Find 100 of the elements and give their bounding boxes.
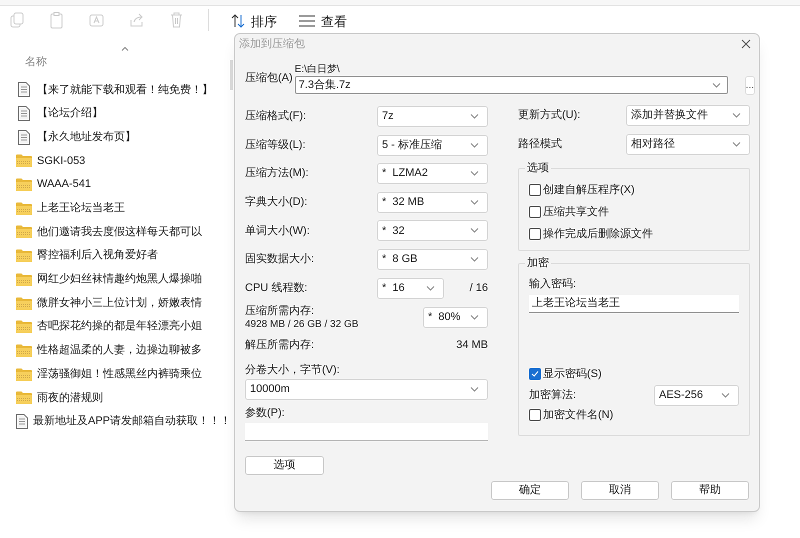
dialog-button[interactable]: 帮助 [671,481,749,500]
field-label: CPU 线程数: [245,280,308,296]
field-label: 解压所需内存: [245,338,314,354]
toolbar-button[interactable]: 查看 [299,12,347,28]
dropdown[interactable]: * 16 [377,278,444,299]
field-label: 参数(P): [245,406,286,421]
file-name[interactable]: 雨夜的潜规则 [37,390,103,406]
menu-icon [299,15,315,27]
window-title: 添加到压缩包 [239,36,305,52]
checkbox[interactable] [529,409,541,422]
checkbox[interactable] [529,206,541,218]
file-name[interactable]: 最新地址及APP请发邮箱自动获取！！！ [33,413,232,430]
field-label: 字典大小(D): [245,194,308,210]
field-label: 分卷大小，字节(V): [245,362,341,378]
thread-total: / 16 [470,280,488,296]
dropdown-caret-icon [470,114,479,119]
dropdown-caret-icon [470,256,479,262]
toolbar-button[interactable]: 排序 [231,12,277,28]
dropdown[interactable]: 相对路径 [626,134,750,155]
file-name[interactable]: SGKI-053 [37,152,86,170]
document-icon [18,82,30,98]
dropdown-caret-icon [470,386,479,392]
dropdown-caret-icon [732,113,741,118]
sort-arrows-icon [231,14,245,28]
file-name[interactable]: 淫荡骚御姐！性感黑丝内裤骑乘位 [37,366,202,382]
dropdown-caret-icon [732,142,741,147]
checkbox-label: 加密文件名(N) [543,408,614,423]
checkbox[interactable] [529,368,541,380]
field-label: 输入密码: [529,276,578,292]
dropdown-caret-icon [470,315,479,320]
file-name[interactable]: 【论坛介绍】 [37,105,103,122]
dropdown[interactable]: * 32 [377,220,488,242]
zip-folder-icon [16,296,32,310]
zip-folder-icon [16,320,32,334]
document-icon [18,130,30,145]
zip-folder-icon [16,202,32,215]
checkbox[interactable] [529,184,541,196]
close-icon[interactable] [741,39,751,49]
archive-name-field[interactable]: 7.3合集.7z [294,76,728,94]
dialog-button[interactable]: 确定 [491,481,569,500]
dropdown[interactable]: 添加并替换文件 [626,105,750,126]
dropdown-caret-icon [712,82,721,88]
dropdown[interactable]: * 80% [423,307,488,328]
folder-path: E:\白日梦\ [294,64,341,76]
field-label: 路径模式 [518,136,562,152]
dropdown-caret-icon [470,142,479,148]
dropdown-caret-icon [470,228,479,234]
checkbox-label: 显示密码(S) [543,366,602,382]
dropdown[interactable]: AES-256 [654,384,739,406]
volume-size-dropdown[interactable]: 10000m [245,378,488,400]
field-label: 单词大小(W): [245,224,310,239]
file-name[interactable]: WAAA-541 [37,176,92,193]
file-name[interactable]: 微胖女神小三上位计划，娇嫩表情 [37,294,202,312]
checkbox-label: 压缩共享文件 [543,204,609,220]
field-label: 加密算法: [529,388,576,403]
password-field[interactable]: 上老王论坛当老王 [529,295,739,314]
checkbox-label: 操作完成后删除源文件 [543,226,653,242]
dropdown[interactable]: 5 - 标准压缩 [377,134,488,156]
checkbox-label: 创建自解压程序(X) [543,182,635,198]
zip-folder-icon [16,225,32,238]
memory-value: 34 MB [456,338,488,354]
memory-usage: 4928 MB / 26 GB / 32 GB [245,318,358,331]
file-name[interactable]: 杏吧探花约操的都是年轻漂亮小姐 [37,318,202,335]
field-label: 固实数据大小: [245,252,314,268]
dropdown[interactable]: * LZMA2 [377,163,488,184]
dropdown[interactable]: * 8 GB [377,248,488,270]
sort-up-icon [121,46,129,51]
dialog-button[interactable]: 取消 [581,481,659,500]
file-name[interactable]: 【来了就能下载和观看！纯免费！】 [37,82,213,98]
document-icon [18,106,30,122]
file-name[interactable]: 他们邀请我去度假这样每天都可以 [37,224,202,240]
dropdown[interactable]: 7z [377,106,488,127]
document-icon [16,414,28,429]
group-title: 选项 [525,161,551,176]
options-button[interactable]: 选项 [245,456,324,475]
dropdown-caret-icon [470,171,479,176]
dropdown-caret-icon [721,392,730,398]
dropdown-caret-icon [426,286,435,291]
field-label: 更新方式(U): [518,108,580,124]
field-label: 压缩方法(M): [245,166,309,182]
file-name[interactable]: 上老王论坛当老王 [37,200,125,217]
field-label: 压缩等级(L): [245,138,306,153]
file-name[interactable]: 【永久地址发布页】 [37,128,136,146]
file-name[interactable]: 性格超温柔的人妻，边操边聊被多 [37,342,202,359]
field-label: 压缩所需内存: [245,304,316,318]
dropdown-caret-icon [470,200,479,205]
parameters-field[interactable] [245,422,488,441]
zip-folder-icon [16,272,32,286]
zip-folder-icon [16,368,32,381]
group-title: 加密 [525,256,551,270]
checkbox[interactable] [529,228,541,240]
zip-folder-icon [16,154,32,168]
zip-folder-icon [16,344,32,357]
field-label: 压缩格式(F): [245,108,306,124]
dropdown[interactable]: * 32 MB [377,192,488,213]
browse-button[interactable]: ... [744,76,756,95]
zip-folder-icon [16,249,32,262]
file-name[interactable]: 网红少妇丝袜情趣约炮黑人爆操啪 [37,271,202,288]
file-name[interactable]: 臀控福利后入视角爱好者 [37,247,158,264]
column-header[interactable]: 名称 [25,54,47,70]
